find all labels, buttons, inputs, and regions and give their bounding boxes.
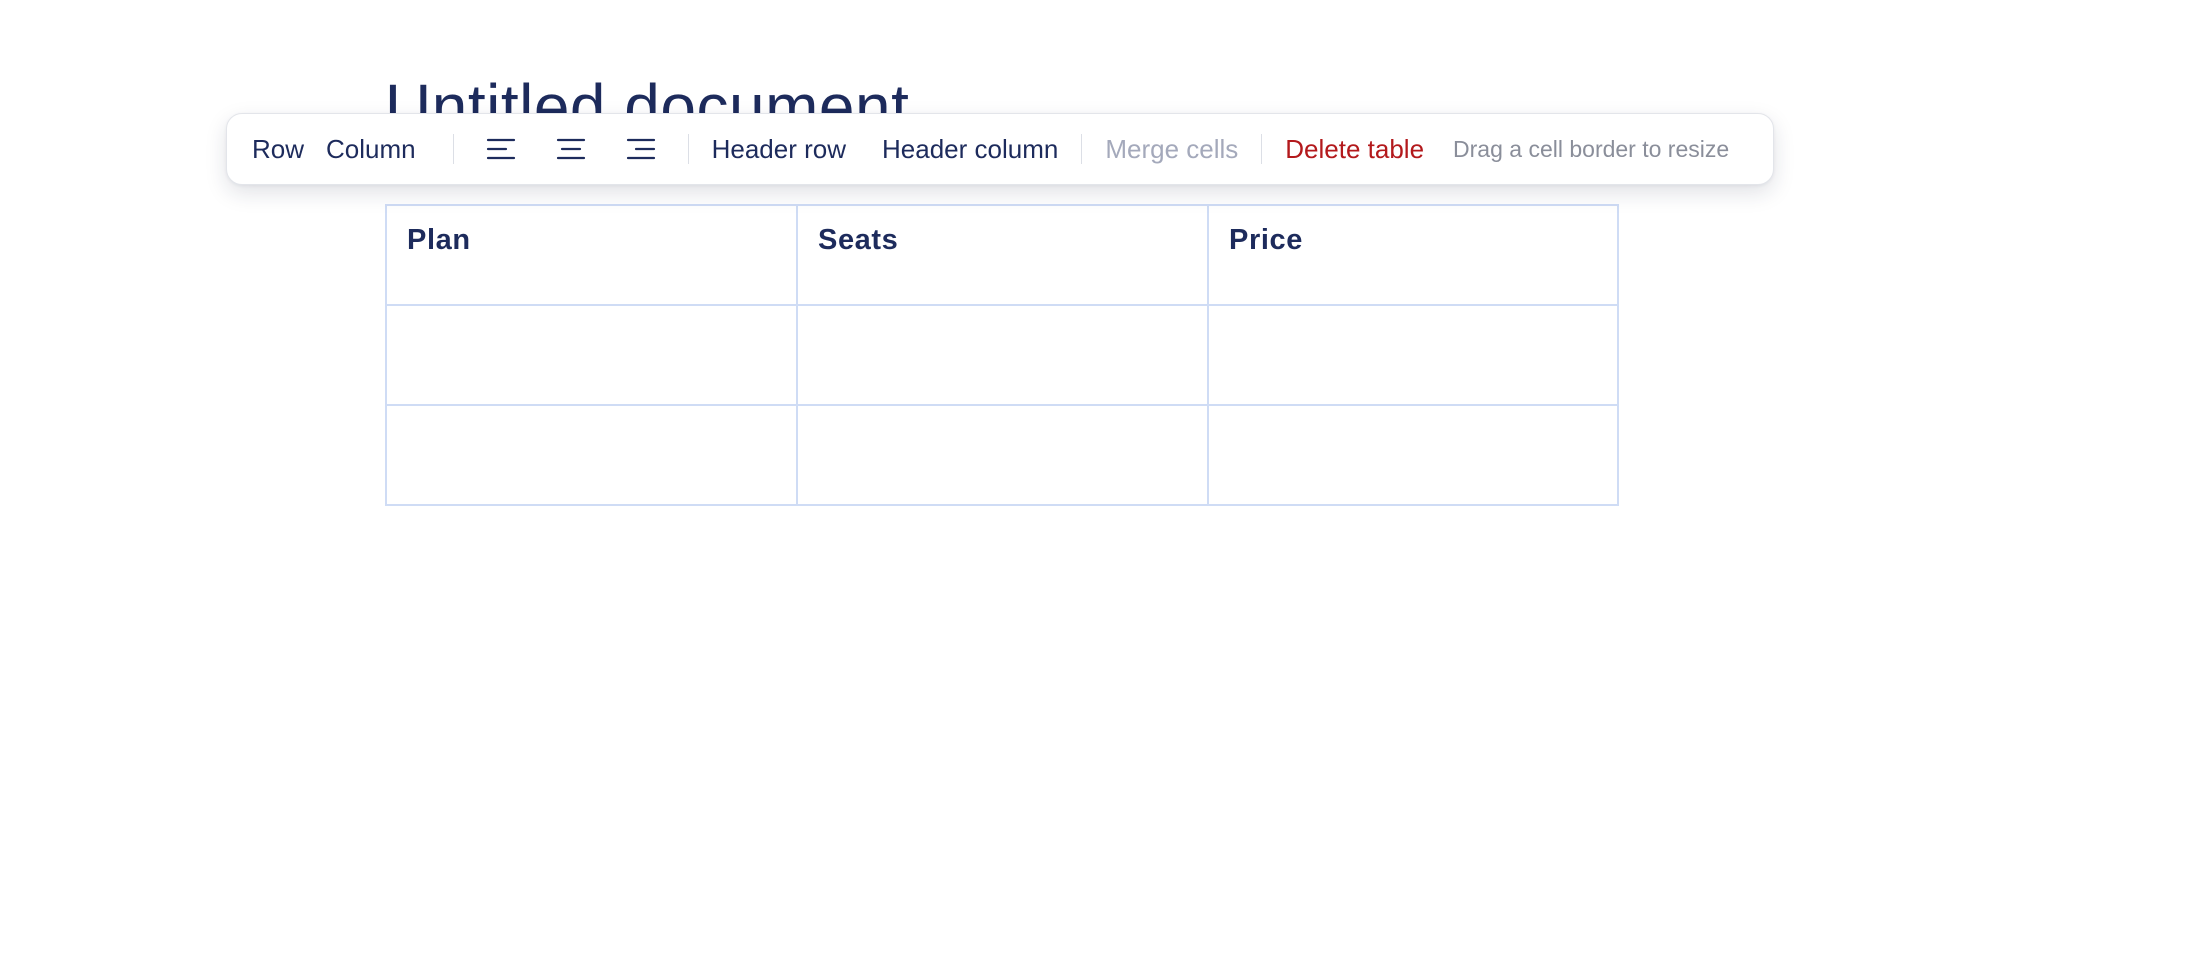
table-container: Plan Seats Price xyxy=(385,204,1619,506)
table-row xyxy=(385,304,1619,406)
toolbar-divider xyxy=(1081,134,1083,164)
delete-table-button[interactable]: Delete table xyxy=(1274,121,1435,177)
align-right-icon xyxy=(626,138,655,160)
add-column-button[interactable]: Column xyxy=(315,121,427,177)
header-row-toggle[interactable]: Header row xyxy=(701,121,857,177)
table-header-row: Plan Seats Price xyxy=(385,204,1619,306)
table-cell[interactable] xyxy=(385,304,798,406)
align-left-button[interactable] xyxy=(473,121,529,177)
table-row xyxy=(385,404,1619,506)
merge-cells-button: Merge cells xyxy=(1094,121,1249,177)
toolbar-divider xyxy=(452,134,454,164)
add-row-button[interactable]: Row xyxy=(241,121,315,177)
table-cell[interactable] xyxy=(1207,404,1619,506)
header-column-toggle[interactable]: Header column xyxy=(871,121,1069,177)
document-page: Untitled document Row Column Header row … xyxy=(0,0,2200,960)
header-cell-plan[interactable]: Plan xyxy=(385,204,798,306)
resize-hint: Drag a cell border to resize xyxy=(1453,135,1730,162)
toolbar-divider xyxy=(687,134,689,164)
toolbar-divider xyxy=(1261,134,1263,164)
align-center-icon xyxy=(556,138,585,160)
table-cell[interactable] xyxy=(1207,304,1619,406)
align-left-icon xyxy=(486,138,515,160)
header-cell-seats[interactable]: Seats xyxy=(796,204,1209,306)
document-table: Plan Seats Price xyxy=(385,204,1619,506)
table-cell[interactable] xyxy=(796,304,1209,406)
align-center-button[interactable] xyxy=(543,121,599,177)
table-cell[interactable] xyxy=(796,404,1209,506)
header-cell-price[interactable]: Price xyxy=(1207,204,1619,306)
align-right-button[interactable] xyxy=(613,121,669,177)
table-toolbar: Row Column Header row Header column Merg… xyxy=(226,113,1774,185)
table-cell[interactable] xyxy=(385,404,798,506)
